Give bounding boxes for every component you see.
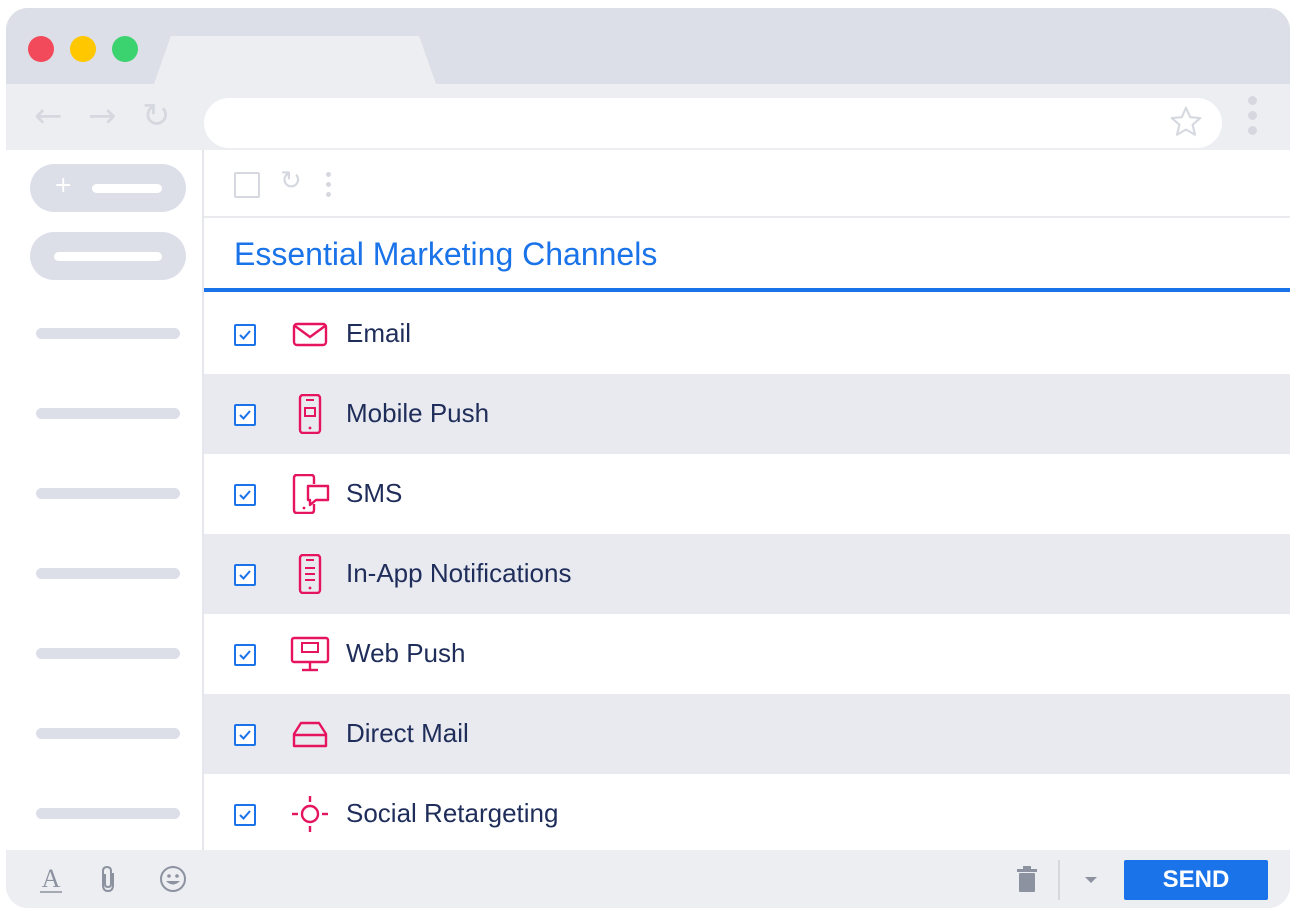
in-app-phone-icon <box>298 554 322 594</box>
close-window-button[interactable] <box>28 36 54 62</box>
channel-label: SMS <box>346 478 403 508</box>
envelope-icon <box>292 322 328 347</box>
channel-checkbox[interactable] <box>234 644 256 666</box>
more-options-icon[interactable] <box>326 172 332 202</box>
checkmark-icon <box>239 570 251 580</box>
plus-icon: + <box>54 173 73 198</box>
title-bar <box>6 8 1290 84</box>
channel-row: Email <box>204 294 1290 374</box>
sms-chat-icon <box>292 474 330 514</box>
select-all-checkbox[interactable] <box>234 172 260 198</box>
channel-label: Direct Mail <box>346 718 469 748</box>
crosshair-target-icon <box>292 796 328 832</box>
minimize-window-button[interactable] <box>70 36 96 62</box>
back-arrow-icon[interactable]: ← <box>34 98 63 134</box>
compose-button[interactable]: + <box>30 164 186 212</box>
forward-arrow-icon[interactable]: → <box>88 98 117 134</box>
sidebar-item[interactable] <box>36 648 180 659</box>
checkmark-icon <box>239 490 251 500</box>
channel-checkbox[interactable] <box>234 404 256 426</box>
channel-checkbox[interactable] <box>234 724 256 746</box>
browser-menu-icon[interactable] <box>1248 96 1258 140</box>
mail-sidebar: + <box>6 150 204 850</box>
subject-underline <box>204 288 1290 292</box>
footer-divider <box>1058 860 1060 900</box>
sidebar-pill-button[interactable] <box>30 232 186 280</box>
reload-icon[interactable]: ↻ <box>142 98 171 134</box>
refresh-icon[interactable]: ↻ <box>280 166 302 196</box>
mailbox-tray-icon <box>292 721 328 748</box>
checkmark-icon <box>239 730 251 740</box>
checkmark-icon <box>239 410 251 420</box>
desktop-monitor-icon <box>290 636 330 672</box>
address-bar[interactable] <box>204 98 1222 148</box>
checkmark-icon <box>239 650 251 660</box>
channel-label: Social Retargeting <box>346 798 559 828</box>
channel-checkbox[interactable] <box>234 324 256 346</box>
channel-label: Email <box>346 318 412 348</box>
channel-label: Mobile Push <box>346 398 490 428</box>
compose-label-placeholder <box>92 184 162 193</box>
browser-tab[interactable] <box>154 36 436 84</box>
trash-icon[interactable] <box>1012 864 1042 894</box>
navigation-bar: ← → ↻ <box>6 84 1290 150</box>
maximize-window-button[interactable] <box>112 36 138 62</box>
message-pane: ↻ Essential Marketing Channels Email Mob… <box>204 150 1290 850</box>
channel-row: Social Retargeting <box>204 774 1290 854</box>
svg-text:A: A <box>42 864 61 893</box>
mobile-phone-icon <box>298 394 322 434</box>
channel-checkbox[interactable] <box>234 804 256 826</box>
checkmark-icon <box>239 330 251 340</box>
sidebar-item[interactable] <box>36 408 180 419</box>
channel-checkbox[interactable] <box>234 484 256 506</box>
sidebar-item[interactable] <box>36 488 180 499</box>
sidebar-item[interactable] <box>36 728 180 739</box>
channel-label: Web Push <box>346 638 466 668</box>
chevron-down-icon[interactable] <box>1076 864 1106 894</box>
channel-row: Direct Mail <box>204 694 1290 774</box>
compose-footer: A SEND <box>6 850 1290 908</box>
channel-row: Web Push <box>204 614 1290 694</box>
channel-row: Mobile Push <box>204 374 1290 454</box>
sidebar-item[interactable] <box>36 328 180 339</box>
send-button[interactable]: SEND <box>1124 860 1268 900</box>
email-subject[interactable]: Essential Marketing Channels <box>234 236 657 273</box>
attachment-icon[interactable] <box>94 864 124 894</box>
channel-row: In-App Notifications <box>204 534 1290 614</box>
channel-row: SMS <box>204 454 1290 534</box>
channel-checkbox[interactable] <box>234 564 256 586</box>
sidebar-item[interactable] <box>36 568 180 579</box>
emoji-icon[interactable] <box>158 864 188 894</box>
channel-label: In-App Notifications <box>346 558 572 588</box>
sidebar-item[interactable] <box>36 808 180 819</box>
browser-window: ← → ↻ + ↻ Essential Marketing Channels E… <box>6 8 1290 908</box>
pill-label-placeholder <box>54 252 162 261</box>
text-format-icon[interactable]: A <box>36 864 66 894</box>
checkmark-icon <box>239 810 251 820</box>
message-toolbar: ↻ <box>204 150 1290 218</box>
bookmark-star-icon[interactable] <box>1168 104 1204 140</box>
